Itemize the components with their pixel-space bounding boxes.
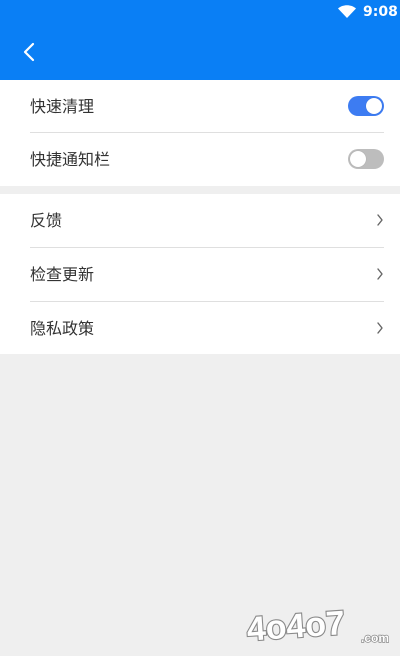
feedback-label: 反馈 bbox=[30, 211, 63, 230]
chevron-right-icon bbox=[377, 214, 383, 226]
check-update-label: 检查更新 bbox=[30, 265, 95, 284]
quick-clean-toggle[interactable] bbox=[348, 96, 384, 116]
status-bar: 9:08 bbox=[0, 0, 400, 24]
status-time: 9:08 bbox=[363, 4, 398, 20]
shortcut-notification-row[interactable]: 快捷通知栏 bbox=[0, 133, 400, 186]
site-watermark-logo: 4o4o7 .com bbox=[245, 603, 390, 648]
back-button[interactable] bbox=[14, 36, 44, 68]
quick-clean-label: 快速清理 bbox=[30, 97, 95, 116]
wifi-icon bbox=[338, 5, 356, 18]
app-header: 9:08 bbox=[0, 0, 400, 80]
quick-clean-row[interactable]: 快速清理 bbox=[0, 80, 400, 133]
privacy-policy-label: 隐私政策 bbox=[30, 319, 95, 338]
svg-text:4o4o7: 4o4o7 bbox=[245, 604, 346, 648]
svg-text:.com: .com bbox=[361, 631, 389, 645]
feedback-row[interactable]: 反馈 bbox=[0, 194, 400, 247]
toggle-knob bbox=[366, 98, 382, 114]
menu-section: 反馈 检查更新 隐私政策 bbox=[0, 194, 400, 354]
shortcut-notification-toggle[interactable] bbox=[348, 149, 384, 169]
chevron-left-icon bbox=[23, 42, 35, 62]
toggle-knob bbox=[350, 151, 366, 167]
privacy-policy-row[interactable]: 隐私政策 bbox=[0, 302, 400, 355]
shortcut-notification-label: 快捷通知栏 bbox=[30, 150, 111, 169]
toggle-settings-section: 快速清理 快捷通知栏 bbox=[0, 80, 400, 186]
chevron-right-icon bbox=[377, 322, 383, 334]
chevron-right-icon bbox=[377, 268, 383, 280]
check-update-row[interactable]: 检查更新 bbox=[0, 248, 400, 301]
